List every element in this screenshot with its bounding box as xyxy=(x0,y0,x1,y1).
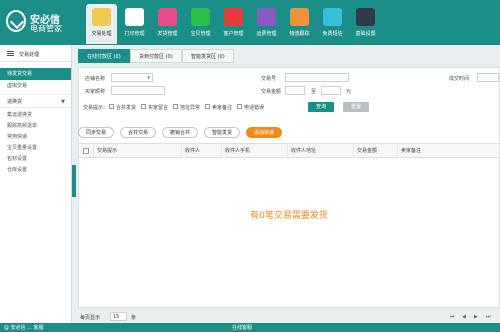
per-page-unit: 条 xyxy=(131,315,137,321)
per-page-select[interactable]: 15 xyxy=(110,312,127,321)
col-recipient[interactable]: 收件人 xyxy=(181,144,221,158)
sidebar-sub-item[interactable]: 跟踪高频退单 xyxy=(0,121,71,132)
shipping-icon xyxy=(158,8,177,26)
sidebar-sub-item[interactable]: 宝贝重量设置 xyxy=(0,143,71,154)
undo-merge-button[interactable]: 撤销合并 xyxy=(162,127,199,138)
table-header: 交易提示 收件人 收件人手机 收件人地址 交易金额 卖家备注 xyxy=(79,144,499,158)
brand-logo: 安必信 电商管家 xyxy=(6,8,80,36)
hint-label-address: 地址异常 xyxy=(180,105,201,111)
trade-no-label: 交易号 xyxy=(261,76,277,82)
sms-icon xyxy=(323,8,342,26)
sidebar-header: 交易处理 xyxy=(0,45,71,62)
tab-online-payment[interactable]: 在线付款区 (0) xyxy=(78,49,130,63)
search-button[interactable]: 查询 xyxy=(308,102,335,112)
select-all-checkbox[interactable] xyxy=(83,148,89,154)
hint-checkbox-seller-note[interactable] xyxy=(205,104,210,109)
online-service-link[interactable]: 在线客服 xyxy=(232,324,252,331)
main-panel: 在线付款区 (0) 货到付款区 (0) 智能发货区 (0) 店铺名称 交易号 成… xyxy=(78,45,500,323)
next-page-icon[interactable]: ▶ xyxy=(474,314,478,320)
brand-subtitle: 电商管家 xyxy=(30,24,62,33)
nav-product[interactable]: 宝贝管理 xyxy=(185,4,216,44)
transaction-icon xyxy=(92,8,111,26)
trades-table: 交易提示 收件人 收件人手机 收件人地址 交易金额 卖家备注 有0笔交易需要发货 xyxy=(78,143,500,308)
hint-checkbox-phone[interactable] xyxy=(237,104,242,109)
amount-max-input[interactable] xyxy=(321,86,341,95)
sidebar-item-virtual[interactable]: 虚拟交易 xyxy=(0,80,71,92)
last-page-icon[interactable]: ⏭ xyxy=(486,314,491,320)
hint-checkbox-buyer-msg[interactable] xyxy=(141,104,146,109)
menu-icon[interactable] xyxy=(7,51,14,56)
sidebar-title: 交易处理 xyxy=(19,52,40,58)
tab-cod[interactable]: 货到付款区 (0) xyxy=(130,49,182,63)
hint-label-buyer-msg: 买家留言 xyxy=(148,105,169,111)
calculator-icon xyxy=(257,8,276,26)
sidebar-item-pending[interactable]: 待发货交易 xyxy=(0,68,71,80)
tracking-icon xyxy=(290,8,309,26)
nav-sms[interactable]: 免费短信 xyxy=(317,4,348,44)
hint-checkbox-merge[interactable] xyxy=(109,104,114,109)
app-window: 安必信 电商管家 交易处理 打印管理 发货管理 宝贝管理 客户管理 运费管理 物… xyxy=(0,0,500,332)
amount-min-input[interactable] xyxy=(285,86,305,95)
merge-trades-button[interactable]: 合并交易 xyxy=(120,127,157,138)
col-seller-note[interactable]: 卖家备注 xyxy=(397,144,499,158)
printer-icon xyxy=(125,8,144,26)
per-page-label: 每页显示 xyxy=(80,315,101,321)
per-page-value: 15 xyxy=(113,314,120,320)
nav-print[interactable]: 打印管理 xyxy=(119,4,150,44)
pagination-bar: 每页显示 15 条 ⏮ ◀ ▶ ⏭ xyxy=(78,311,500,323)
buyer-nick-input[interactable] xyxy=(111,86,165,95)
hint-label: 交易提示： xyxy=(83,105,109,111)
gear-icon xyxy=(356,8,375,26)
tab-smart-shipping[interactable]: 智能发货区 (0) xyxy=(182,49,234,63)
nav-transaction[interactable]: 交易处理 xyxy=(86,4,117,44)
col-recipient-phone[interactable]: 收件人手机 xyxy=(221,144,287,158)
amount-to-label: 至 xyxy=(311,89,317,95)
sidebar-group-returns[interactable]: 退换货 ▼ xyxy=(0,94,71,108)
top-bar: 安必信 电商管家 交易处理 打印管理 发货管理 宝贝管理 客户管理 运费管理 物… xyxy=(0,0,500,45)
sidebar-collapse-handle[interactable] xyxy=(72,165,76,197)
buyer-nick-label: 买家昵称 xyxy=(85,89,106,95)
deal-time-input[interactable] xyxy=(477,73,499,82)
customer-icon xyxy=(224,8,243,26)
col-trade-hint[interactable]: 交易提示 xyxy=(93,144,181,158)
hint-label-seller-note: 卖家备注 xyxy=(212,105,233,111)
trade-no-input[interactable] xyxy=(285,73,349,82)
sidebar-sub-item[interactable]: 集运退换货 xyxy=(0,110,71,121)
nav-customer[interactable]: 客户管理 xyxy=(218,4,249,44)
smart-ship-button[interactable]: 智能发货 xyxy=(204,127,241,138)
add-express-button[interactable]: 添加快递 xyxy=(246,127,283,138)
sidebar: 交易处理 待发货交易 虚拟交易 退换货 ▼ 集运退换货 跟踪高频退单 常用快递 … xyxy=(0,45,72,323)
shop-label: 店铺名称 xyxy=(85,76,106,82)
sidebar-group-label: 退换货 xyxy=(7,99,23,105)
sidebar-sub-item[interactable]: 包材设置 xyxy=(0,154,71,165)
sidebar-sub-item[interactable]: 仓库设置 xyxy=(0,165,71,176)
nav-freight[interactable]: 运费管理 xyxy=(251,4,282,44)
hint-label-phone: 电话错误 xyxy=(244,105,265,111)
chevron-down-icon: ▼ xyxy=(61,99,65,105)
shop-select[interactable] xyxy=(111,73,153,82)
nav-settings[interactable]: 基础设置 xyxy=(350,4,381,44)
status-left-text: @ 安必信 ... 客服 xyxy=(4,325,44,331)
first-page-icon[interactable]: ⏮ xyxy=(450,314,455,320)
amount-unit-label: 元 xyxy=(346,89,352,95)
sidebar-sub-item[interactable]: 常用快递 xyxy=(0,132,71,143)
product-box-icon xyxy=(191,8,210,26)
hint-label-merge: 合并发货 xyxy=(116,105,137,111)
amount-label: 交易金额 xyxy=(261,89,282,95)
reset-button[interactable]: 重置 xyxy=(343,102,370,112)
deal-time-label: 成交时间 xyxy=(449,76,470,82)
nav-label: 基础设置 xyxy=(355,31,376,37)
nav-tracking[interactable]: 物流跟踪 xyxy=(284,4,315,44)
brand-check-icon xyxy=(6,10,26,32)
prev-page-icon[interactable]: ◀ xyxy=(462,314,466,320)
sync-trades-button[interactable]: 同步交易 xyxy=(78,127,115,138)
col-amount[interactable]: 交易金额 xyxy=(353,144,397,158)
empty-state-message: 有0笔交易需要发货 xyxy=(250,211,328,221)
col-recipient-address[interactable]: 收件人地址 xyxy=(287,144,353,158)
status-bar: @ 安必信 ... 客服 在线客服 xyxy=(0,323,500,332)
nav-shipping[interactable]: 发货管理 xyxy=(152,4,183,44)
hint-checkbox-address[interactable] xyxy=(173,104,178,109)
